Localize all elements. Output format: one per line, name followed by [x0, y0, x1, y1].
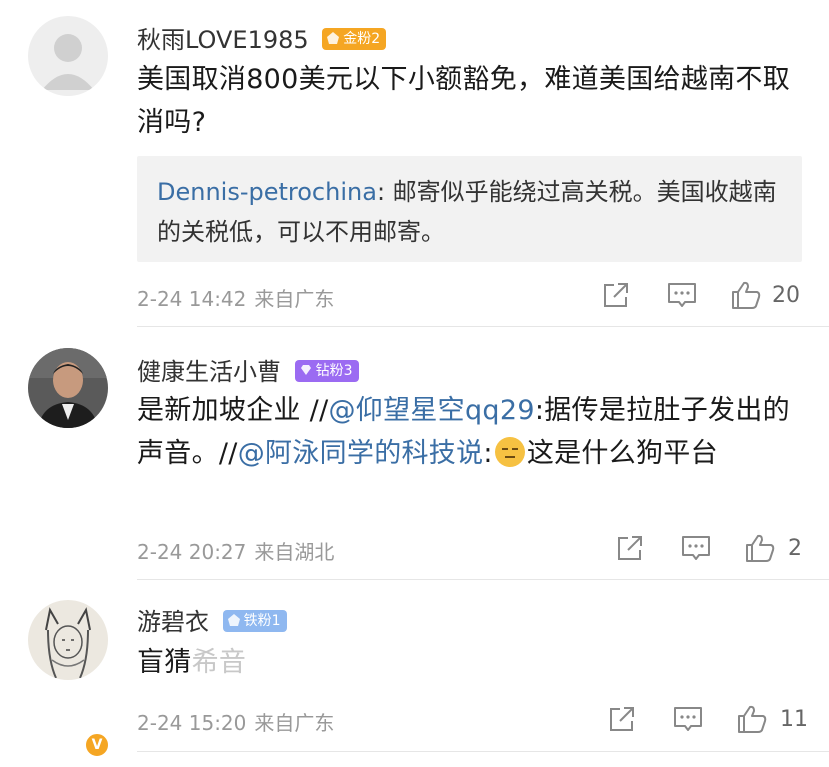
avatar[interactable]	[28, 600, 108, 680]
like-icon	[738, 705, 767, 733]
fan-badge: 铁粉1	[222, 610, 287, 632]
username-text[interactable]: 秋雨LOVE1985	[137, 26, 309, 54]
badge-label: 铁粉1	[243, 613, 281, 629]
share-button[interactable]	[614, 532, 646, 564]
text-segment: 盲猜	[137, 647, 192, 678]
like-button[interactable]	[736, 703, 768, 735]
location: 来自广东	[254, 711, 335, 735]
divider	[137, 751, 829, 752]
fan-badge: 金粉2	[322, 28, 387, 50]
share-button[interactable]	[600, 279, 632, 311]
badge-icon	[227, 614, 240, 626]
mention-link[interactable]: @仰望星空qq29	[328, 395, 534, 426]
diamond-icon	[300, 365, 311, 375]
action-bar: 20	[600, 279, 810, 315]
action-bar: 2	[614, 532, 814, 568]
timestamp: 2-24 14:42	[137, 287, 247, 311]
share-icon	[610, 707, 634, 731]
comment-meta: 2-24 15:20 来自广东	[137, 707, 342, 736]
comment-icon	[668, 283, 696, 307]
like-icon	[746, 534, 775, 562]
comment-text: 是新加坡企业 //@仰望星空qq29:据传是拉肚子发出的声音。//@阿泳同学的科…	[137, 389, 807, 475]
comment-meta: 2-24 14:42 来自广东	[137, 283, 342, 312]
avatar[interactable]	[28, 16, 108, 96]
username-text[interactable]: 游碧衣	[137, 608, 209, 636]
comment-text: 盲猜希音	[137, 641, 807, 684]
like-button[interactable]	[730, 279, 762, 311]
comment-button[interactable]	[666, 279, 698, 311]
username[interactable]: 游碧衣 铁粉1	[137, 602, 287, 637]
reply-author-link[interactable]: Dennis-petrochina	[157, 178, 377, 206]
comment-item-2: V 健康生活小曹 钻粉3 是新加坡企业 //@仰望星空qq29:据传是拉肚子发出…	[0, 327, 829, 758]
sketch-avatar-icon	[28, 600, 108, 680]
comment-meta: 2-24 20:27 来自湖北	[137, 536, 342, 565]
like-icon	[732, 281, 761, 309]
username[interactable]: 健康生活小曹 钻粉3	[137, 352, 359, 387]
emoji-icon	[494, 437, 525, 467]
username[interactable]: 秋雨LOVE1985 金粉2	[137, 20, 387, 55]
like-count: 20	[772, 283, 800, 308]
location: 来自广东	[254, 287, 335, 311]
timestamp: 2-24 15:20	[137, 711, 247, 735]
comment-text: 美国取消800美元以下小额豁免，难道美国给越南不取消吗?	[137, 64, 791, 138]
photo-avatar-icon	[28, 348, 108, 428]
comment-icon	[682, 536, 710, 560]
like-count: 2	[788, 536, 802, 561]
text-segment: 是新加坡企业 //	[137, 395, 329, 426]
badge-label: 金粉2	[343, 31, 381, 47]
default-avatar-icon	[28, 16, 108, 96]
comment-button[interactable]	[672, 703, 704, 735]
timestamp: 2-24 20:27	[137, 540, 247, 564]
location: 来自湖北	[254, 540, 335, 564]
action-bar: 11	[606, 703, 816, 739]
text-segment: 这是什么狗平台	[526, 438, 718, 469]
share-icon	[604, 283, 628, 307]
comment-button[interactable]	[680, 532, 712, 564]
share-button[interactable]	[606, 703, 638, 735]
like-button[interactable]	[744, 532, 776, 564]
mention-link[interactable]: @阿泳同学的科技说	[238, 438, 484, 469]
text-segment: :	[483, 438, 493, 469]
comment-icon	[674, 707, 702, 731]
share-icon	[618, 536, 642, 560]
comment-item-1: 秋雨LOVE1985 金粉2 美国取消800美元以下小额豁免，难道美国给越南不取…	[0, 0, 829, 327]
username-text[interactable]: 健康生活小曹	[137, 358, 281, 386]
fan-badge: 钻粉3	[294, 360, 359, 382]
faded-text: 希音	[191, 647, 247, 678]
like-count: 11	[780, 707, 808, 732]
badge-icon	[327, 32, 340, 44]
comment-item-3: 游碧衣 铁粉1 盲猜希音 2-24 15:20 来自广东 11	[0, 580, 829, 767]
badge-label: 钻粉3	[315, 363, 353, 379]
reply-quote[interactable]: Dennis-petrochina: 邮寄似乎能绕过高关税。美国收越南的关税低，…	[137, 156, 802, 262]
avatar[interactable]	[28, 348, 108, 428]
